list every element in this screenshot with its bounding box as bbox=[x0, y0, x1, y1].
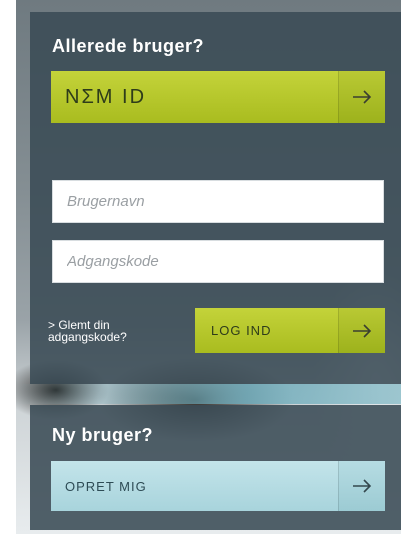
new-user-panel: Ny bruger? OPRET MIG bbox=[30, 405, 401, 530]
create-account-button[interactable]: OPRET MIG bbox=[51, 461, 385, 511]
forgot-link-line2: adgangskode? bbox=[48, 330, 127, 344]
arrow-right-icon bbox=[338, 308, 385, 353]
login-label: LOG IND bbox=[211, 323, 272, 338]
nemid-label: NΣM ID bbox=[65, 85, 147, 108]
username-input[interactable] bbox=[52, 180, 384, 223]
background-accent-strip bbox=[16, 384, 401, 404]
login-button[interactable]: LOG IND bbox=[195, 308, 385, 353]
existing-user-title: Allerede bruger? bbox=[52, 36, 205, 56]
new-user-title: Ny bruger? bbox=[52, 425, 154, 445]
arrow-right-icon bbox=[338, 71, 385, 123]
forgot-password-link[interactable]: > Glemt din adgangskode? bbox=[48, 319, 178, 343]
create-account-label: OPRET MIG bbox=[65, 478, 147, 494]
password-input[interactable] bbox=[52, 240, 384, 283]
existing-user-panel: Allerede bruger? NΣM ID > Glemt din adga… bbox=[30, 12, 401, 384]
nemid-login-button[interactable]: NΣM ID bbox=[51, 71, 385, 123]
arrow-right-icon bbox=[338, 461, 385, 511]
